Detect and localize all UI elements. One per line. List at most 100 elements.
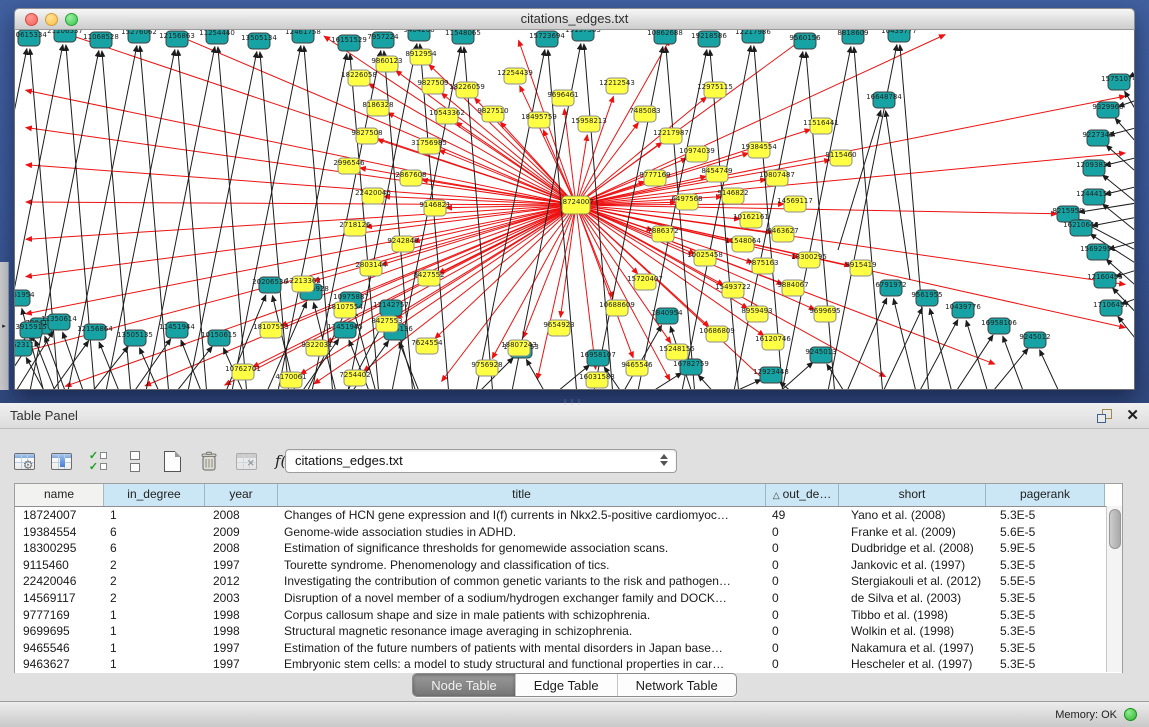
graph-node[interactable]: 12156864 xyxy=(77,324,113,340)
graph-node[interactable]: 9699695 xyxy=(809,306,840,322)
graph-node[interactable]: 13505134 xyxy=(241,33,277,49)
graph-node[interactable]: 7886372 xyxy=(647,226,678,242)
table-row[interactable]: 1938455462009Genome-wide association stu… xyxy=(15,524,1122,541)
show-column-button[interactable] xyxy=(47,447,75,475)
network-window-titlebar[interactable]: citations_edges.txt xyxy=(14,8,1135,30)
graph-node[interactable]: 8818609 xyxy=(837,30,868,44)
column-header-title[interactable]: title xyxy=(278,484,766,506)
graph-node[interactable]: 10439776 xyxy=(945,302,981,318)
graph-node[interactable]: 15692951 xyxy=(1080,244,1116,260)
graph-node[interactable]: 8454749 xyxy=(701,166,732,182)
graph-node[interactable]: 12160455 xyxy=(1087,272,1123,288)
graph-node[interactable]: 10162161 xyxy=(733,212,769,228)
graph-node[interactable]: 20615334 xyxy=(15,30,47,46)
graph-node[interactable]: 4170061 xyxy=(275,372,306,388)
graph-node[interactable]: 9884067 xyxy=(777,280,808,296)
graph-node[interactable]: 7254402 xyxy=(339,370,370,386)
splitpane-grip[interactable]: ⋮⋮⋮ xyxy=(562,402,580,406)
graph-node[interactable]: 9464206 xyxy=(403,30,435,41)
column-header-pagerank[interactable]: pagerank xyxy=(986,484,1105,506)
network-canvas[interactable]: 2061533421206537110685281527606212156863… xyxy=(14,30,1135,390)
graph-node[interactable]: 16031583 xyxy=(579,372,615,388)
graph-node[interactable]: 9463627 xyxy=(767,226,798,242)
graph-node[interactable]: 12217987 xyxy=(653,128,689,144)
graph-node[interactable]: 16120746 xyxy=(755,334,791,350)
graph-node[interactable]: 17106457 xyxy=(1093,300,1129,316)
graph-node[interactable]: 8959493 xyxy=(741,306,772,322)
graph-node[interactable]: 6497568 xyxy=(671,194,702,210)
graph-node[interactable]: 11548065 xyxy=(445,30,481,44)
table-row[interactable]: 969969511998Structural magnetic resonanc… xyxy=(15,623,1122,640)
graph-node[interactable]: 9827510 xyxy=(477,106,508,122)
select-all-button[interactable]: ✓✓ xyxy=(84,447,112,475)
graph-node[interactable]: 11523117 xyxy=(15,340,39,356)
graph-node[interactable]: 9245013 xyxy=(805,347,836,363)
graph-node[interactable]: 16210643 xyxy=(1063,220,1099,236)
table-row[interactable]: 1872400712008Changes of HCN gene express… xyxy=(15,507,1122,524)
graph-node[interactable]: 9561954 xyxy=(15,290,35,306)
table-row[interactable]: 946362711997Embryonic stem cells: a mode… xyxy=(15,656,1122,673)
graph-node[interactable]: 12461758 xyxy=(285,30,321,43)
graph-node[interactable]: 11451945 xyxy=(327,322,363,338)
tab-node-table[interactable]: Node Table xyxy=(413,674,515,696)
graph-node[interactable]: 18724007 xyxy=(558,196,594,214)
graph-node[interactable]: 16648784 xyxy=(866,92,902,108)
graph-node[interactable]: 12254439 xyxy=(497,68,533,84)
graph-node[interactable]: 9329966 xyxy=(1092,102,1124,118)
graph-node[interactable]: 15723694 xyxy=(529,31,565,47)
graph-node[interactable]: 10439777 xyxy=(881,30,917,42)
vertical-scrollbar[interactable] xyxy=(1106,506,1122,672)
graph-node[interactable]: 9756928 xyxy=(471,360,502,376)
table-row[interactable]: 946554611997Estimation of the future num… xyxy=(15,640,1122,657)
delete-column-button[interactable] xyxy=(195,447,223,475)
graph-node[interactable]: 12093832 xyxy=(1076,160,1112,176)
graph-node[interactable]: 7485083 xyxy=(629,106,660,122)
graph-node[interactable]: 9696461 xyxy=(547,90,578,106)
tab-network-table[interactable]: Network Table xyxy=(617,674,736,696)
close-panel-icon[interactable]: ✕ xyxy=(1126,409,1139,423)
graph-node[interactable]: 21206537 xyxy=(47,30,83,42)
table-row[interactable]: 1830029562008Estimation of significance … xyxy=(15,540,1122,557)
graph-node[interactable]: 8427553 xyxy=(371,316,402,332)
graph-node[interactable]: 19197363 xyxy=(565,30,601,41)
graph-node[interactable]: 9115460 xyxy=(825,150,856,166)
graph-node[interactable]: 11068528 xyxy=(83,32,119,48)
tab-edge-table[interactable]: Edge Table xyxy=(515,674,617,696)
graph-node[interactable]: 9245012 xyxy=(1019,332,1050,348)
graph-node[interactable]: 10150615 xyxy=(201,330,237,346)
graph-node[interactable]: 6791972 xyxy=(875,280,906,296)
graph-node[interactable]: 9777169 xyxy=(639,170,670,186)
minimize-window-button[interactable] xyxy=(45,13,58,26)
graph-node[interactable]: 10862688 xyxy=(647,30,683,44)
graph-node[interactable]: 12212543 xyxy=(599,78,635,94)
graph-node[interactable]: 9860123 xyxy=(371,56,402,72)
graph-node[interactable]: 9465546 xyxy=(621,360,653,376)
scrollbar-thumb[interactable] xyxy=(1109,509,1121,549)
zoom-window-button[interactable] xyxy=(65,13,78,26)
graph-node[interactable]: 18495759 xyxy=(521,112,557,128)
graph-node[interactable]: 12975115 xyxy=(697,82,733,98)
graph-node[interactable]: 7875163 xyxy=(747,258,778,274)
graph-node[interactable]: 9146821 xyxy=(419,200,450,216)
graph-node[interactable]: 16782759 xyxy=(673,359,709,375)
west-panel-divider[interactable]: ▸ xyxy=(0,262,9,390)
graph-node[interactable]: 16151529 xyxy=(331,35,367,51)
graph-node[interactable]: 10762701 xyxy=(225,364,261,380)
graph-node[interactable]: 20206536 xyxy=(252,277,288,293)
graph-node[interactable]: 18226059 xyxy=(449,82,485,98)
graph-node[interactable]: 18226058 xyxy=(341,70,377,86)
graph-node[interactable]: 15493722 xyxy=(715,282,751,298)
table-row[interactable]: 977716911998Corpus callosum shape and si… xyxy=(15,607,1122,624)
graph-node[interactable]: 9560156 xyxy=(789,33,821,49)
graph-node[interactable]: 16958106 xyxy=(981,318,1017,334)
graph-node[interactable]: 19218586 xyxy=(691,31,727,47)
table-row[interactable]: 911546021997Tourette syndrome. Phenomeno… xyxy=(15,557,1122,574)
graph-node[interactable]: 12156863 xyxy=(159,31,195,47)
column-header-out_de[interactable]: △out_de… xyxy=(766,484,839,506)
table-row[interactable]: 2242004622012Investigating the contribut… xyxy=(15,573,1122,590)
table-row[interactable]: 1456911722003Disruption of a novel membe… xyxy=(15,590,1122,607)
new-column-button[interactable] xyxy=(158,447,186,475)
graph-node[interactable]: 11254440 xyxy=(199,30,235,44)
table-settings-button[interactable]: ⚙ xyxy=(10,447,38,475)
graph-node[interactable]: 2867608 xyxy=(395,170,426,186)
